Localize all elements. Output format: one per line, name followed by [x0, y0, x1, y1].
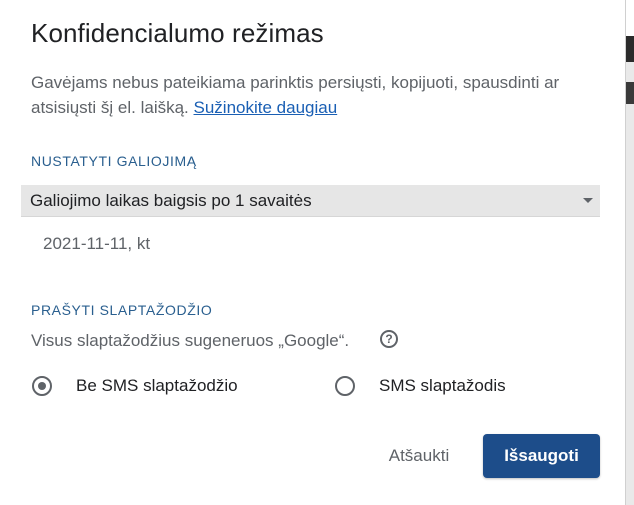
radio-label: Be SMS slaptažodžio — [76, 376, 238, 395]
background-segment — [626, 82, 634, 104]
expiry-date: 2021-11-11, kt — [43, 234, 151, 253]
confidential-mode-dialog: Konfidencialumo režimas Gavėjams nebus p… — [0, 0, 626, 505]
radio-button-checked[interactable] — [32, 376, 52, 396]
dialog-title: Konfidencialumo režimas — [31, 18, 324, 48]
expiry-select[interactable]: Galiojimo laikas baigsis po 1 savaitės — [21, 185, 600, 217]
password-section-label: PRAŠYTI SLAPTAŽODŽIO — [31, 302, 213, 318]
password-description: Visus slaptažodžius sugeneruos „Google“. — [31, 331, 350, 350]
background-segment — [626, 0, 634, 36]
expiry-section-label: NUSTATYTI GALIOJIMĄ — [31, 153, 197, 169]
save-button[interactable]: Išsaugoti — [483, 434, 600, 478]
radio-label: SMS slaptažodis — [379, 376, 506, 395]
help-icon[interactable]: ? — [380, 330, 398, 348]
background-app-strip — [626, 0, 634, 505]
cancel-button[interactable]: Atšaukti — [372, 436, 466, 476]
chevron-down-icon — [583, 198, 593, 203]
learn-more-link[interactable]: Sužinokite daugiau — [194, 98, 338, 117]
page: Konfidencialumo režimas Gavėjams nebus p… — [0, 0, 634, 505]
dialog-description: Gavėjams nebus pateikiama parinktis pers… — [31, 70, 601, 120]
radio-button-unchecked[interactable] — [335, 376, 355, 396]
expiry-select-value: Galiojimo laikas baigsis po 1 savaitės — [30, 191, 312, 210]
background-segment — [626, 36, 634, 62]
radio-selected-dot — [38, 382, 46, 390]
